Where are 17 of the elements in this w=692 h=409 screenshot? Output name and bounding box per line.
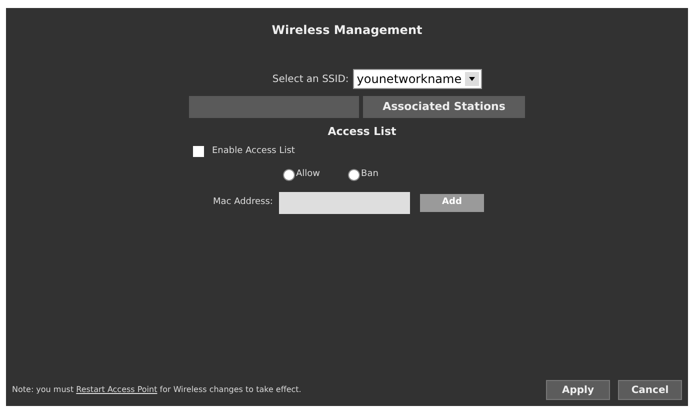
ssid-label: Select an SSID: [272,72,349,86]
associated-stations-button[interactable]: Associated Stations [363,96,525,118]
footer-button[interactable]: Cancel [618,380,682,400]
mac-address-field[interactable] [278,192,410,214]
enable-access-list-label: Enable Access List [212,144,295,158]
mac-address-label: Mac Address: [213,196,273,209]
restart-note: Note: you must Restart Access Point for Wireless changes to take effect. [12,384,302,396]
radio-button[interactable] [348,168,360,181]
restart-access-point-link[interactable]: Restart Access Point [76,385,158,394]
ssid-dropdown[interactable]: younetworkname [352,69,482,89]
access-list-heading: Access List [328,124,396,140]
footer-button[interactable]: Apply [546,380,610,400]
enable-access-list-checkbox[interactable] [193,146,204,157]
radio-label: Allow [296,168,320,181]
panel-title: Wireless Management [272,22,422,39]
radio-label: Ban [361,168,378,181]
radio-button[interactable] [283,168,295,181]
